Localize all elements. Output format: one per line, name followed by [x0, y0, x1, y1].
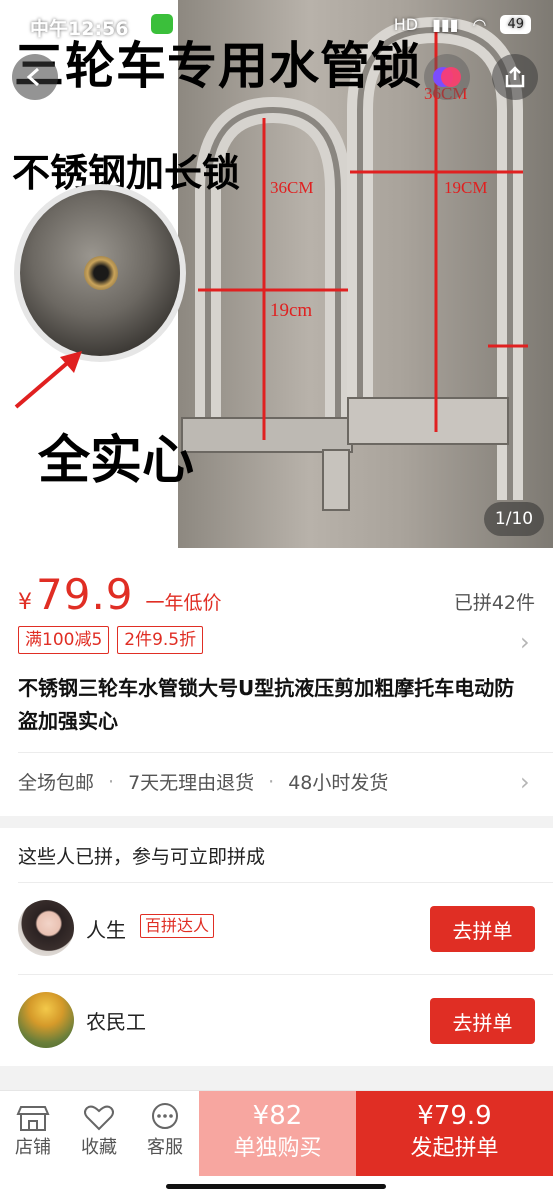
battery-icon: 49 — [500, 15, 531, 34]
share-button[interactable] — [492, 54, 538, 100]
tab-label: 收藏 — [81, 1137, 117, 1158]
separator-dot: · — [108, 770, 115, 793]
network-label: HD — [393, 15, 419, 34]
product-image-gallery[interactable]: 36CM 19cm 36CM 19CM 三轮车专用水管锁 不锈钢加长锁 全实心 … — [0, 0, 553, 548]
group-member-row: 农民工 去拼单 — [0, 974, 553, 1066]
group-buy-section: 这些人已拼，参与可立即拼成 人生 百拼达人 去拼单 农民工 去拼单 — [0, 828, 553, 1066]
wifi-icon: ◠ — [472, 15, 487, 34]
chevron-right-icon[interactable]: › — [520, 628, 530, 656]
group-member-row: 人生 百拼达人 去拼单 — [0, 882, 553, 974]
home-indicator[interactable] — [166, 1184, 386, 1189]
back-button[interactable] — [12, 54, 58, 100]
product-title: 不锈钢三轮车水管锁大号U型抗液压剪加粗摩托车电动防盗加强实心 — [18, 676, 515, 733]
bottom-action-bar: 店铺 收藏 客服 ¥82 单独购买 ¥79.9 发起拼单 — [0, 1090, 553, 1177]
service-item: 7天无理由退货 — [128, 772, 255, 794]
promo-tags[interactable]: 满100减5 2件9.5折 — [18, 626, 204, 654]
avatar — [18, 900, 74, 956]
measure-label-left-width: 19cm — [270, 300, 313, 321]
chevron-left-icon — [26, 67, 39, 87]
mascot-button[interactable] — [424, 54, 470, 100]
price-row: ¥ 79.9 一年低价 — [18, 570, 222, 619]
tab-store[interactable]: 店铺 — [5, 1101, 61, 1159]
status-bar: 中午12:56 HD ▮▮▮ ◠ 49 — [0, 0, 553, 54]
buy-alone-price: ¥82 — [252, 1101, 303, 1131]
separator-dot: · — [268, 770, 275, 793]
measure-label-right-width: 19CM — [444, 178, 488, 197]
price-section: ¥ 79.9 一年低价 已拼42件 满100减5 2件9.5折 › 不锈钢三轮车… — [0, 548, 553, 816]
mascot-icon — [433, 67, 461, 87]
cross-section-magnifier — [20, 190, 180, 356]
measure-label-left-height: 36CM — [270, 178, 314, 197]
promo-tag[interactable]: 2件9.5折 — [117, 626, 204, 654]
tab-favorite[interactable]: 收藏 — [71, 1101, 127, 1159]
service-item: 48小时发货 — [288, 772, 389, 794]
group-price: ¥79.9 — [417, 1101, 492, 1131]
chat-icon — [152, 1103, 178, 1129]
avatar — [18, 992, 74, 1048]
buy-alone-button[interactable]: ¥82 单独购买 — [199, 1091, 356, 1177]
status-icons: HD ▮▮▮ ◠ 49 — [394, 15, 531, 34]
heart-icon — [84, 1105, 114, 1131]
wechat-icon — [151, 14, 173, 34]
status-time: 中午12:56 — [30, 18, 129, 40]
currency-symbol: ¥ — [18, 590, 32, 615]
group-heading: 这些人已拼，参与可立即拼成 — [18, 846, 266, 868]
low-price-tag: 一年低价 — [145, 592, 222, 614]
signal-icon: ▮▮▮ — [432, 15, 459, 34]
sold-count: 已拼42件 — [453, 592, 535, 614]
tab-service[interactable]: 客服 — [137, 1101, 193, 1159]
service-item: 全场包邮 — [18, 772, 95, 794]
start-group-button[interactable]: ¥79.9 发起拼单 — [356, 1091, 553, 1177]
arrow-icon — [14, 351, 82, 409]
member-name: 农民工 — [86, 1010, 146, 1034]
image-counter: 1/10 — [484, 502, 544, 536]
divider — [18, 752, 553, 753]
group-label: 发起拼单 — [410, 1136, 499, 1161]
member-name: 人生 — [86, 918, 126, 942]
member-badge: 百拼达人 — [140, 914, 215, 938]
tab-label: 店铺 — [15, 1137, 51, 1158]
service-guarantees[interactable]: 全场包邮 · 7天无理由退货 · 48小时发货 — [18, 768, 388, 795]
chevron-right-icon[interactable]: › — [520, 768, 530, 796]
image-caption-solid: 全实心 — [38, 431, 195, 491]
store-icon — [16, 1106, 50, 1131]
promo-tag[interactable]: 满100减5 — [18, 626, 110, 654]
join-group-button[interactable]: 去拼单 — [430, 906, 535, 952]
price-value: 79.9 — [36, 570, 134, 619]
buy-alone-label: 单独购买 — [233, 1136, 322, 1161]
keyhole — [84, 256, 118, 290]
join-group-button[interactable]: 去拼单 — [430, 998, 535, 1044]
image-caption-subtitle: 不锈钢加长锁 — [12, 151, 241, 195]
share-icon — [505, 66, 525, 88]
tab-label: 客服 — [147, 1137, 183, 1158]
